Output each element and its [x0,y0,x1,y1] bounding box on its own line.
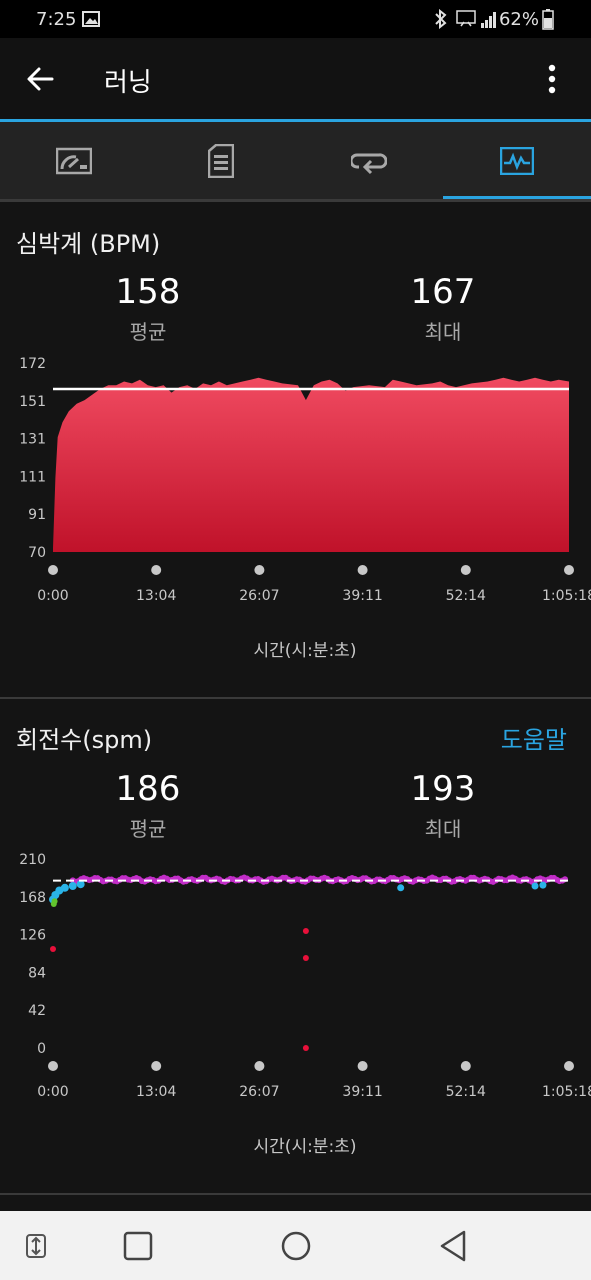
cadence-point [68,882,77,890]
y-tick-label: 111 [19,469,46,485]
tab-gauge[interactable] [0,122,147,200]
x-tick-label: 1:05:18 [542,588,591,604]
x-tick-label: 0:00 [37,1084,68,1100]
section-divider [0,1193,591,1195]
heart-rate-chart: 172 151 131 111 91 70 0:00 13:04 26:07 39:11 52:14… [19,356,591,661]
x-tick-label: 39:11 [342,1084,382,1100]
laps-icon [350,153,387,175]
y-tick-label: 0 [37,1041,46,1057]
keyboard-toggle-icon[interactable] [16,1226,56,1266]
x-tick-dot [460,1061,471,1071]
section-divider [0,697,591,699]
battery-icon [542,9,554,30]
hr-average-value: 158 [115,272,181,312]
tab-separator [0,199,591,202]
y-tick-label: 210 [19,852,46,868]
cadence-outlier-point [50,946,56,952]
y-tick-label: 70 [28,545,46,561]
home-icon[interactable] [276,1226,316,1266]
system-nav-bar [0,1211,591,1280]
x-tick-dot [151,1061,162,1071]
x-tick-label: 26:07 [239,1084,279,1100]
tab-bar [0,122,591,200]
tab-details[interactable] [147,122,294,200]
x-tick-label: 13:04 [136,1084,176,1100]
status-bar: 7:25 62% [0,0,591,38]
page-title: 러닝 [104,68,152,98]
back-nav-icon[interactable] [434,1226,474,1266]
help-link[interactable]: 도움말 [501,720,567,755]
x-tick-label: 39:11 [342,588,382,604]
x-tick-label: 26:07 [239,588,279,604]
x-tick-dot [357,565,368,575]
y-tick-label: 131 [19,432,46,448]
details-icon [207,144,234,178]
recent-apps-icon[interactable] [118,1226,158,1266]
x-tick-dot [48,1061,58,1071]
y-tick-label: 126 [19,928,46,944]
x-tick-dot [254,565,265,575]
x-tick-label: 52:14 [446,588,486,604]
hr-max-value: 167 [410,272,476,312]
x-tick-dot [564,1061,574,1071]
more-options-icon[interactable] [533,62,571,96]
x-tick-dot [460,565,471,575]
cadence-point [397,884,405,892]
tab-laps[interactable] [295,122,442,200]
x-tick-dot [564,565,574,575]
x-tick-label: 13:04 [136,588,176,604]
x-tick-dot [254,1061,265,1071]
x-axis-title: 시간(시:분:초) [254,641,357,661]
cadence-outlier-point [302,1045,309,1051]
bluetooth-icon [435,9,447,29]
x-axis-title: 시간(시:분:초) [254,1137,357,1157]
x-tick-dot [151,565,162,575]
cadence-title: 회전수(spm) [16,726,153,754]
y-tick-label: 168 [19,890,46,906]
signal-icon [481,12,496,28]
x-tick-label: 52:14 [446,1084,486,1100]
app-bar: 러닝 [0,38,591,119]
cadence-outlier-point [302,928,309,934]
activity-chart-icon [499,147,534,175]
lte-icon [456,10,476,27]
x-tick-label: 0:00 [37,588,68,604]
cadence-point [531,882,539,890]
gauge-icon [55,147,92,175]
back-arrow-icon[interactable] [22,60,60,98]
y-tick-label: 172 [19,356,46,372]
x-tick-dot [357,1061,368,1071]
cadence-point [60,883,69,892]
cadence-max-value: 193 [410,769,476,809]
cadence-point [539,881,547,889]
x-tick-dot [48,565,58,575]
y-tick-label: 151 [19,394,46,410]
x-tick-label: 1:05:18 [542,1084,591,1100]
hr-area [53,377,569,552]
heart-rate-title: 심박계 (BPM) [16,230,161,258]
battery-percent: 62% [498,9,539,30]
cadence-point [51,898,58,905]
y-tick-label: 42 [28,1003,46,1019]
cadence-average-value: 186 [115,769,181,809]
y-tick-label: 84 [28,965,46,981]
gallery-notification-icon [82,11,100,27]
status-time: 7:25 [36,9,77,30]
cadence-outlier-point [302,955,309,961]
y-tick-label: 91 [28,507,46,523]
cadence-chart: 210 168 126 84 42 0 0:00 13:04 26:07 39:11 52:14 1:… [19,852,591,1157]
tab-charts[interactable] [443,122,590,200]
